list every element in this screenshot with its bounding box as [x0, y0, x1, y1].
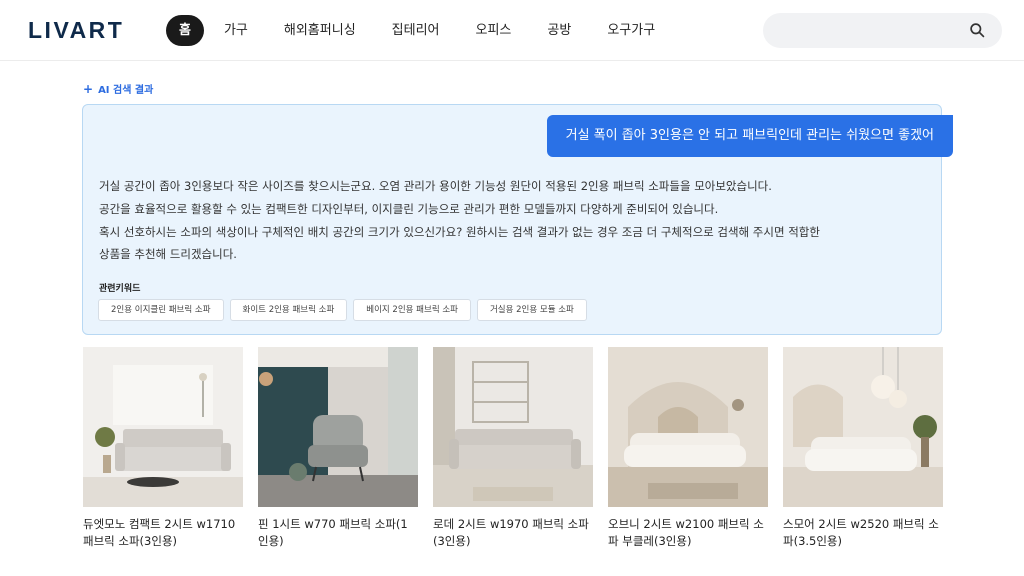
product-name[interactable]: 핀 1시트 w770 패브릭 소파(1인용) [258, 516, 418, 550]
product-image-sofa[interactable] [783, 347, 943, 507]
related-keywords-title: 관련키워드 [99, 284, 141, 294]
search-box[interactable] [763, 13, 1002, 48]
main-nav: 홈 가구 해외홈퍼니싱 집테리어 오피스 공방 오구가구 [166, 15, 677, 46]
plus-icon: + [83, 81, 94, 96]
answer-line: 거실 공간이 좁아 3인용보다 작은 사이즈를 찾으시는군요. 오염 관리가 용… [99, 179, 772, 193]
logo[interactable]: LIVART [28, 17, 124, 44]
keyword-chip[interactable]: 2인용 이지클린 패브릭 소파 [98, 299, 224, 321]
product-card[interactable]: 듀엣모노 컴팩트 2시트 w1710 패브릭 소파(3인용) [83, 347, 243, 550]
nav-office[interactable]: 오피스 [462, 15, 526, 46]
nav-ogu-furniture[interactable]: 오구가구 [593, 15, 669, 46]
keyword-chip[interactable]: 베이지 2인용 패브릭 소파 [353, 299, 471, 321]
product-image-sofa[interactable] [608, 347, 768, 507]
ai-answer-text: 거실 공간이 좁아 3인용보다 작은 사이즈를 찾으시는군요. 오염 관리가 용… [99, 175, 839, 266]
product-image-sofa[interactable] [83, 347, 243, 507]
site-header: LIVART 홈 가구 해외홈퍼니싱 집테리어 오피스 공방 오구가구 [0, 0, 1024, 61]
search-input[interactable] [779, 13, 959, 48]
nav-workshop[interactable]: 공방 [533, 15, 585, 46]
ai-result-label-text: AI 검색 결과 [98, 85, 154, 96]
product-name[interactable]: 오브니 2시트 w2100 패브릭 소파 부클레(3인용) [608, 516, 768, 550]
ai-result-panel: 거실 폭이 좁아 3인용은 안 되고 패브릭인데 관리는 쉬웠으면 좋겠어 거실… [82, 104, 953, 335]
answer-line: 공간을 효율적으로 활용할 수 있는 컴팩트한 디자인부터, 이지클린 기능으로… [99, 201, 719, 216]
related-keywords: 2인용 이지클린 패브릭 소파 화이트 2인용 패브릭 소파 베이지 2인용 패… [98, 299, 593, 321]
product-card[interactable]: 스모어 2시트 w2520 패브릭 소파(3.5인용) [783, 347, 943, 550]
product-name[interactable]: 스모어 2시트 w2520 패브릭 소파(3.5인용) [783, 516, 943, 550]
nav-furniture[interactable]: 가구 [210, 15, 262, 46]
answer-line: 혹시 선호하시는 소파의 색상이나 구체적인 배치 공간의 크기가 있으신가요?… [99, 224, 820, 239]
product-card[interactable]: 로데 2시트 w1970 패브릭 소파(3인용) [433, 347, 593, 550]
user-query-bubble: 거실 폭이 좁아 3인용은 안 되고 패브릭인데 관리는 쉬웠으면 좋겠어 [546, 115, 953, 157]
nav-overseas-home-furnishing[interactable]: 해외홈퍼니싱 [270, 15, 370, 46]
product-card[interactable]: 핀 1시트 w770 패브릭 소파(1인용) [258, 347, 418, 550]
product-name[interactable]: 듀엣모노 컴팩트 2시트 w1710 패브릭 소파(3인용) [83, 516, 243, 550]
product-image-armchair[interactable] [258, 347, 418, 507]
keyword-chip[interactable]: 화이트 2인용 패브릭 소파 [229, 299, 348, 321]
ai-result-label: + AI 검색 결과 [83, 81, 154, 97]
nav-home[interactable]: 홈 [166, 15, 204, 46]
product-card[interactable]: 오브니 2시트 w2100 패브릭 소파 부클레(3인용) [608, 347, 768, 550]
search-icon[interactable] [969, 22, 986, 39]
product-image-sofa[interactable] [433, 347, 593, 507]
product-grid: 듀엣모노 컴팩트 2시트 w1710 패브릭 소파(3인용) 핀 1시트 w77… [83, 347, 943, 550]
keyword-chip[interactable]: 거실용 2인용 모듈 소파 [476, 299, 587, 321]
nav-interior[interactable]: 집테리어 [378, 15, 454, 46]
product-name[interactable]: 로데 2시트 w1970 패브릭 소파(3인용) [433, 516, 593, 550]
answer-line: 상품을 추천해 드리겠습니다. [99, 247, 237, 262]
